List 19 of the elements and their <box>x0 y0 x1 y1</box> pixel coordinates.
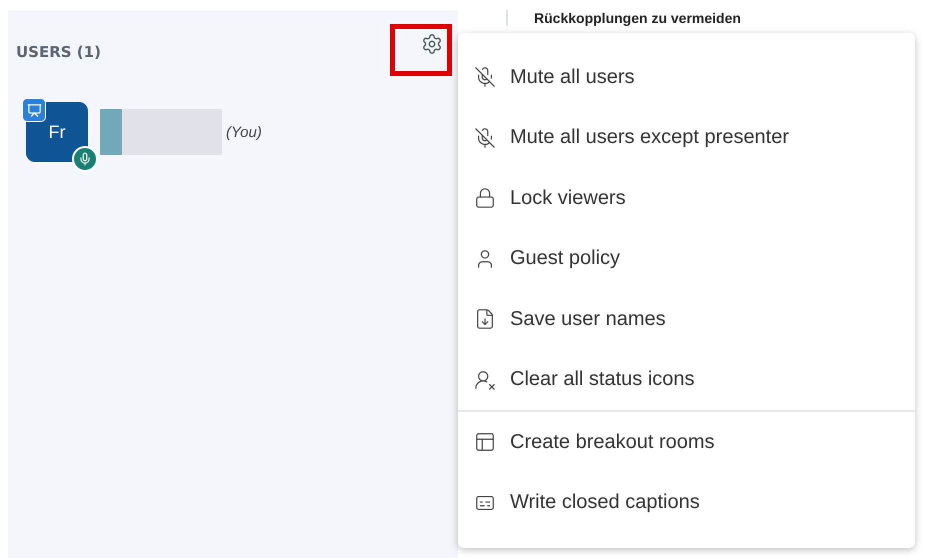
user-x-icon <box>474 368 496 391</box>
menu-item[interactable]: Mute all users except presenter <box>458 108 915 168</box>
menu-item[interactable]: Save user names <box>458 289 915 350</box>
panel-title: USERS (1) <box>16 43 101 61</box>
windows-icon <box>474 431 496 454</box>
menu-item[interactable]: Mute all users <box>458 47 915 108</box>
mic-off-icon <box>474 66 496 88</box>
file-download-icon <box>474 308 496 330</box>
menu-item[interactable]: Guest policy <box>458 228 915 289</box>
mic-off-icon <box>474 126 496 149</box>
heading-text: Rückkopplungen zu vermeiden <box>506 10 925 26</box>
menu-item[interactable]: Lock viewers <box>458 168 915 228</box>
settings-button[interactable] <box>390 24 452 76</box>
you-label: (You) <box>226 124 262 140</box>
menu-item[interactable]: Create breakout rooms <box>458 412 915 472</box>
menu-item[interactable]: Clear all status icons <box>458 350 915 410</box>
menu-item[interactable]: Write closed captions <box>458 472 915 533</box>
lock-icon <box>474 187 496 210</box>
settings-icon <box>421 33 443 55</box>
